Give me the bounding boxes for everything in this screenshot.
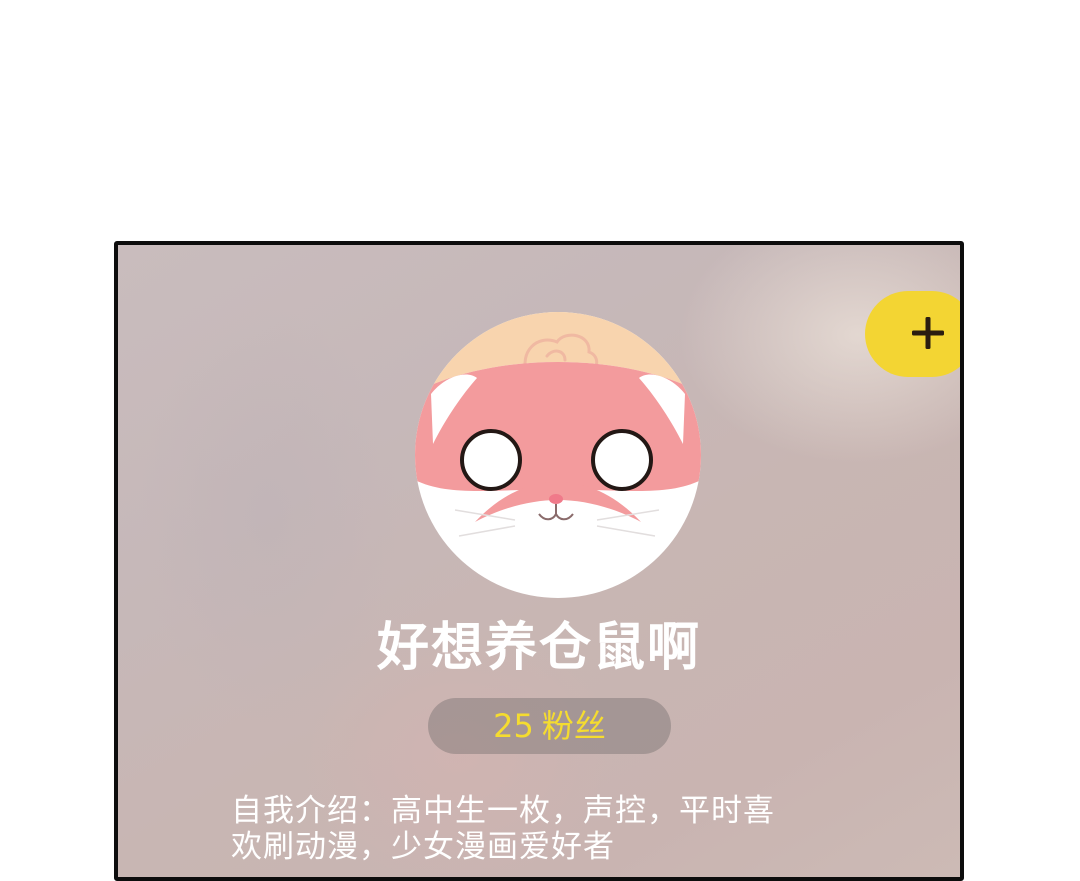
plus-icon <box>912 317 944 349</box>
bio-line: 欢刷动漫，少女漫画爱好者 <box>231 829 615 865</box>
bio-line: 自我介绍：高中生一枚，声控，平时喜 <box>231 793 775 829</box>
hamster-icon <box>415 312 701 598</box>
fans-badge[interactable]: 25 粉丝 <box>428 698 671 754</box>
avatar[interactable] <box>415 312 701 598</box>
fans-label: 粉丝 <box>541 707 606 745</box>
profile-card: 好想养仓鼠啊 25 粉丝 自我介绍：高中生一枚，声控，平时喜 欢刷动漫，少女漫画爱… <box>114 241 964 881</box>
bio: 自我介绍：高中生一枚，声控，平时喜 欢刷动漫，少女漫画爱好者 <box>231 793 871 865</box>
follow-button[interactable] <box>865 291 960 377</box>
nickname: 好想养仓鼠啊 <box>376 618 701 678</box>
fans-count: 25 <box>493 707 534 745</box>
